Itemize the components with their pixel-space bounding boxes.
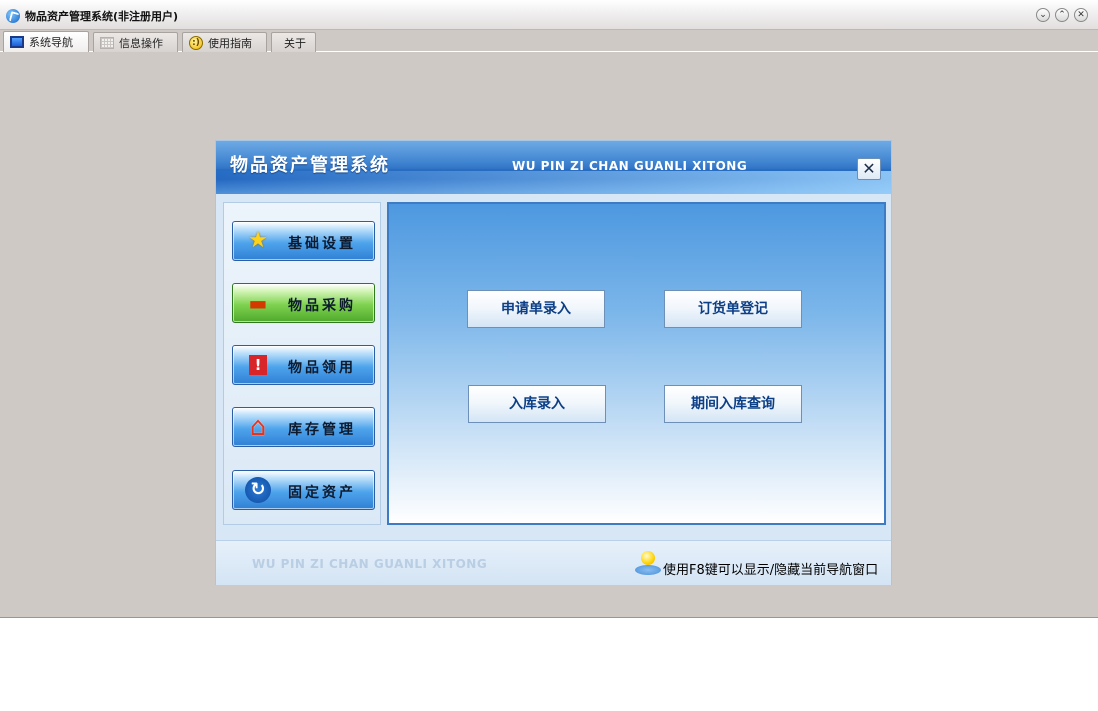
tab-about[interactable]: 关于: [271, 32, 316, 52]
period-warehouse-query-button[interactable]: 期间入库查询: [664, 385, 802, 423]
tab-system-nav[interactable]: 系统导航: [3, 31, 89, 52]
nav-button-fixed-assets[interactable]: ↻ 固定资产: [232, 470, 375, 510]
tab-label: 信息操作: [119, 36, 163, 50]
window-close-button[interactable]: ✕: [1074, 8, 1088, 22]
tab-label: 关于: [284, 36, 306, 50]
app-logo-icon: [6, 9, 20, 23]
nav-button-label: 物品领用: [288, 360, 356, 376]
nav-button-label: 库存管理: [288, 422, 356, 438]
monitor-icon: [10, 36, 24, 48]
minimize-button[interactable]: ⌄: [1036, 8, 1050, 22]
title-bar: 物品资产管理系统(非注册用户) ⌄ ⌃ ✕: [0, 0, 1098, 30]
tab-info-operation[interactable]: 信息操作: [93, 32, 178, 52]
dialog-header: 物品资产管理系统 WU PIN ZI CHAN GUANLI XITONG ✕: [216, 141, 891, 194]
order-registration-button[interactable]: 订货单登记: [664, 290, 802, 328]
nav-panel: ★ 基础设置 ▬ 物品采购 ! 物品领用 ⌂ 库存管理 ↻ 固定资产: [223, 202, 381, 525]
dialog-title: 物品资产管理系统: [230, 155, 390, 176]
nav-button-label: 固定资产: [288, 485, 356, 501]
star-icon: ★: [248, 228, 268, 253]
tab-user-guide[interactable]: :) 使用指南: [182, 32, 267, 52]
dialog-close-button[interactable]: ✕: [857, 158, 881, 180]
help-icon: :): [189, 35, 203, 50]
footer-brand: WU PIN ZI CHAN GUANLI XITONG: [252, 557, 488, 571]
footer-tip: 使用F8键可以显示/隐藏当前导航窗口: [663, 563, 879, 578]
tab-label: 使用指南: [208, 36, 252, 50]
nav-button-item-purchase[interactable]: ▬ 物品采购: [232, 283, 375, 323]
nav-button-inventory-management[interactable]: ⌂ 库存管理: [232, 407, 375, 447]
maximize-button[interactable]: ⌃: [1055, 8, 1069, 22]
tab-bar: 系统导航 信息操作 :) 使用指南 关于: [0, 30, 1098, 52]
navigation-dialog: 物品资产管理系统 WU PIN ZI CHAN GUANLI XITONG ✕ …: [215, 140, 892, 585]
action-panel: 申请单录入 订货单登记 入库录入 期间入库查询: [387, 202, 886, 525]
grid-icon: [100, 36, 114, 49]
monitor-icon: ▬: [248, 291, 268, 315]
tab-label: 系统导航: [29, 36, 73, 49]
dialog-footer: WU PIN ZI CHAN GUANLI XITONG 使用F8键可以显示/隐…: [216, 540, 891, 585]
app-window: 物品资产管理系统(非注册用户) ⌄ ⌃ ✕ 系统导航 信息操作 :) 使用指南 …: [0, 0, 1098, 618]
home-icon: ⌂: [249, 412, 267, 442]
refresh-icon: ↻: [245, 477, 271, 503]
lightbulb-icon: [635, 551, 661, 577]
dialog-subtitle: WU PIN ZI CHAN GUANLI XITONG: [512, 159, 748, 173]
nav-button-label: 基础设置: [288, 236, 356, 252]
nav-button-basic-settings[interactable]: ★ 基础设置: [232, 221, 375, 261]
nav-button-label: 物品采购: [288, 298, 356, 314]
alert-monitor-icon: !: [249, 355, 267, 375]
application-entry-button[interactable]: 申请单录入: [467, 290, 605, 328]
warehouse-entry-button[interactable]: 入库录入: [468, 385, 606, 423]
nav-button-item-requisition[interactable]: ! 物品领用: [232, 345, 375, 385]
window-title: 物品资产管理系统(非注册用户): [25, 10, 179, 23]
